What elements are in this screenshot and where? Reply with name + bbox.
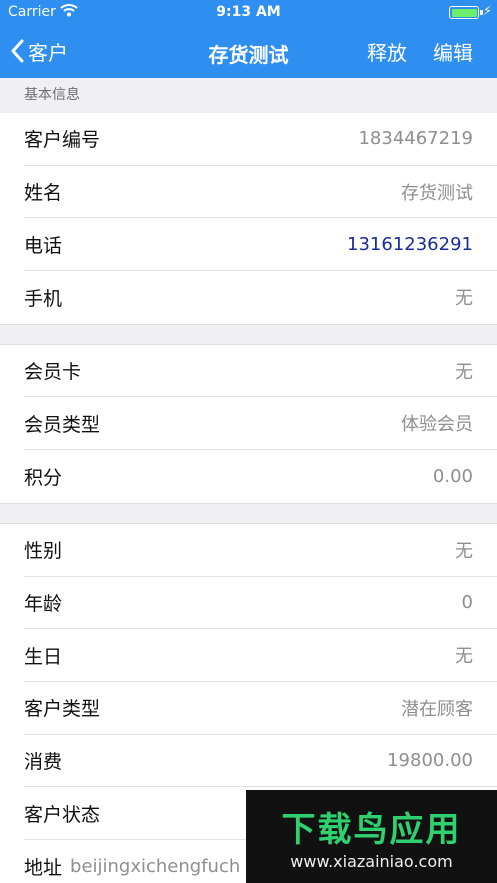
row-label: 消费: [24, 750, 63, 773]
row-mobile: 手机 无: [24, 271, 497, 324]
row-birthday: 生日 无: [24, 629, 497, 682]
row-gender: 性别 无: [24, 524, 497, 577]
row-spend: 消费 19800.00: [24, 735, 497, 788]
row-label: 姓名: [24, 182, 63, 205]
row-value: 无: [455, 540, 473, 562]
watermark-url: www.xiazainiao.com: [290, 852, 453, 871]
phone-link[interactable]: 13161236291: [347, 234, 473, 255]
row-value: 存货测试: [401, 182, 473, 204]
row-value: 0: [461, 591, 473, 613]
section-header-basic-info: 基本信息: [0, 78, 497, 113]
top-bar: Carrier 9:13 AM ⚡ 客户 存货测试 释放 编辑: [0, 0, 497, 78]
row-value: 0.00: [432, 465, 473, 487]
row-member-card: 会员卡 无: [24, 345, 497, 398]
battery-icon: [449, 6, 483, 19]
row-value: 体验会员: [401, 414, 473, 436]
watermark-logo: 下载鸟应用 www.xiazainiao.com: [246, 790, 497, 883]
row-label: 性别: [24, 540, 63, 563]
row-label: 年龄: [24, 592, 63, 615]
member-info-group: 会员卡 无 会员类型 体验会员 积分 0.00: [0, 344, 497, 503]
row-name: 姓名 存货测试: [24, 166, 497, 219]
row-label: 客户状态: [24, 803, 101, 826]
section-divider: [0, 323, 497, 345]
charging-icon: ⚡: [482, 4, 492, 19]
row-value: 无: [455, 646, 473, 668]
edit-button[interactable]: 编辑: [433, 37, 473, 66]
status-bar: Carrier 9:13 AM ⚡: [0, 0, 497, 26]
row-label: 会员类型: [24, 413, 101, 436]
row-points: 积分 0.00: [24, 450, 497, 503]
status-time: 9:13 AM: [216, 4, 281, 20]
address-value: beijingxichengfuch: [70, 855, 241, 877]
row-member-type: 会员类型 体验会员: [24, 397, 497, 451]
row-value: 潜在顾客: [401, 698, 473, 720]
row-customer-type: 客户类型 潜在顾客: [24, 682, 497, 735]
row-value: 无: [455, 288, 473, 310]
row-label: 电话: [24, 234, 63, 257]
navigation-bar: 客户 存货测试 释放 编辑: [0, 26, 497, 78]
section-divider: [0, 502, 497, 524]
row-phone[interactable]: 电话 13161236291: [24, 218, 497, 272]
row-value: 1834467219: [358, 128, 473, 150]
row-customer-number: 客户编号 1834467219: [24, 113, 497, 166]
release-button[interactable]: 释放: [367, 37, 407, 66]
row-label: 生日: [24, 645, 63, 668]
row-label: 客户类型: [24, 698, 101, 721]
row-label: 积分: [24, 466, 63, 489]
customer-detail-list[interactable]: 基本信息 客户编号 1834467219 姓名 存货测试 电话 13161236…: [0, 78, 497, 883]
row-label: 地址: [24, 856, 63, 879]
row-value: 19800.00: [387, 749, 473, 771]
row-label: 会员卡: [24, 361, 82, 384]
row-label: 客户编号: [24, 129, 101, 152]
watermark-title: 下载鸟应用: [281, 810, 462, 850]
row-value: 无: [455, 361, 473, 383]
basic-info-group: 客户编号 1834467219 姓名 存货测试 电话 13161236291 手…: [0, 113, 497, 324]
row-label: 手机: [24, 287, 63, 310]
row-age: 年龄 0: [24, 577, 497, 630]
page-title: 存货测试: [208, 43, 289, 67]
